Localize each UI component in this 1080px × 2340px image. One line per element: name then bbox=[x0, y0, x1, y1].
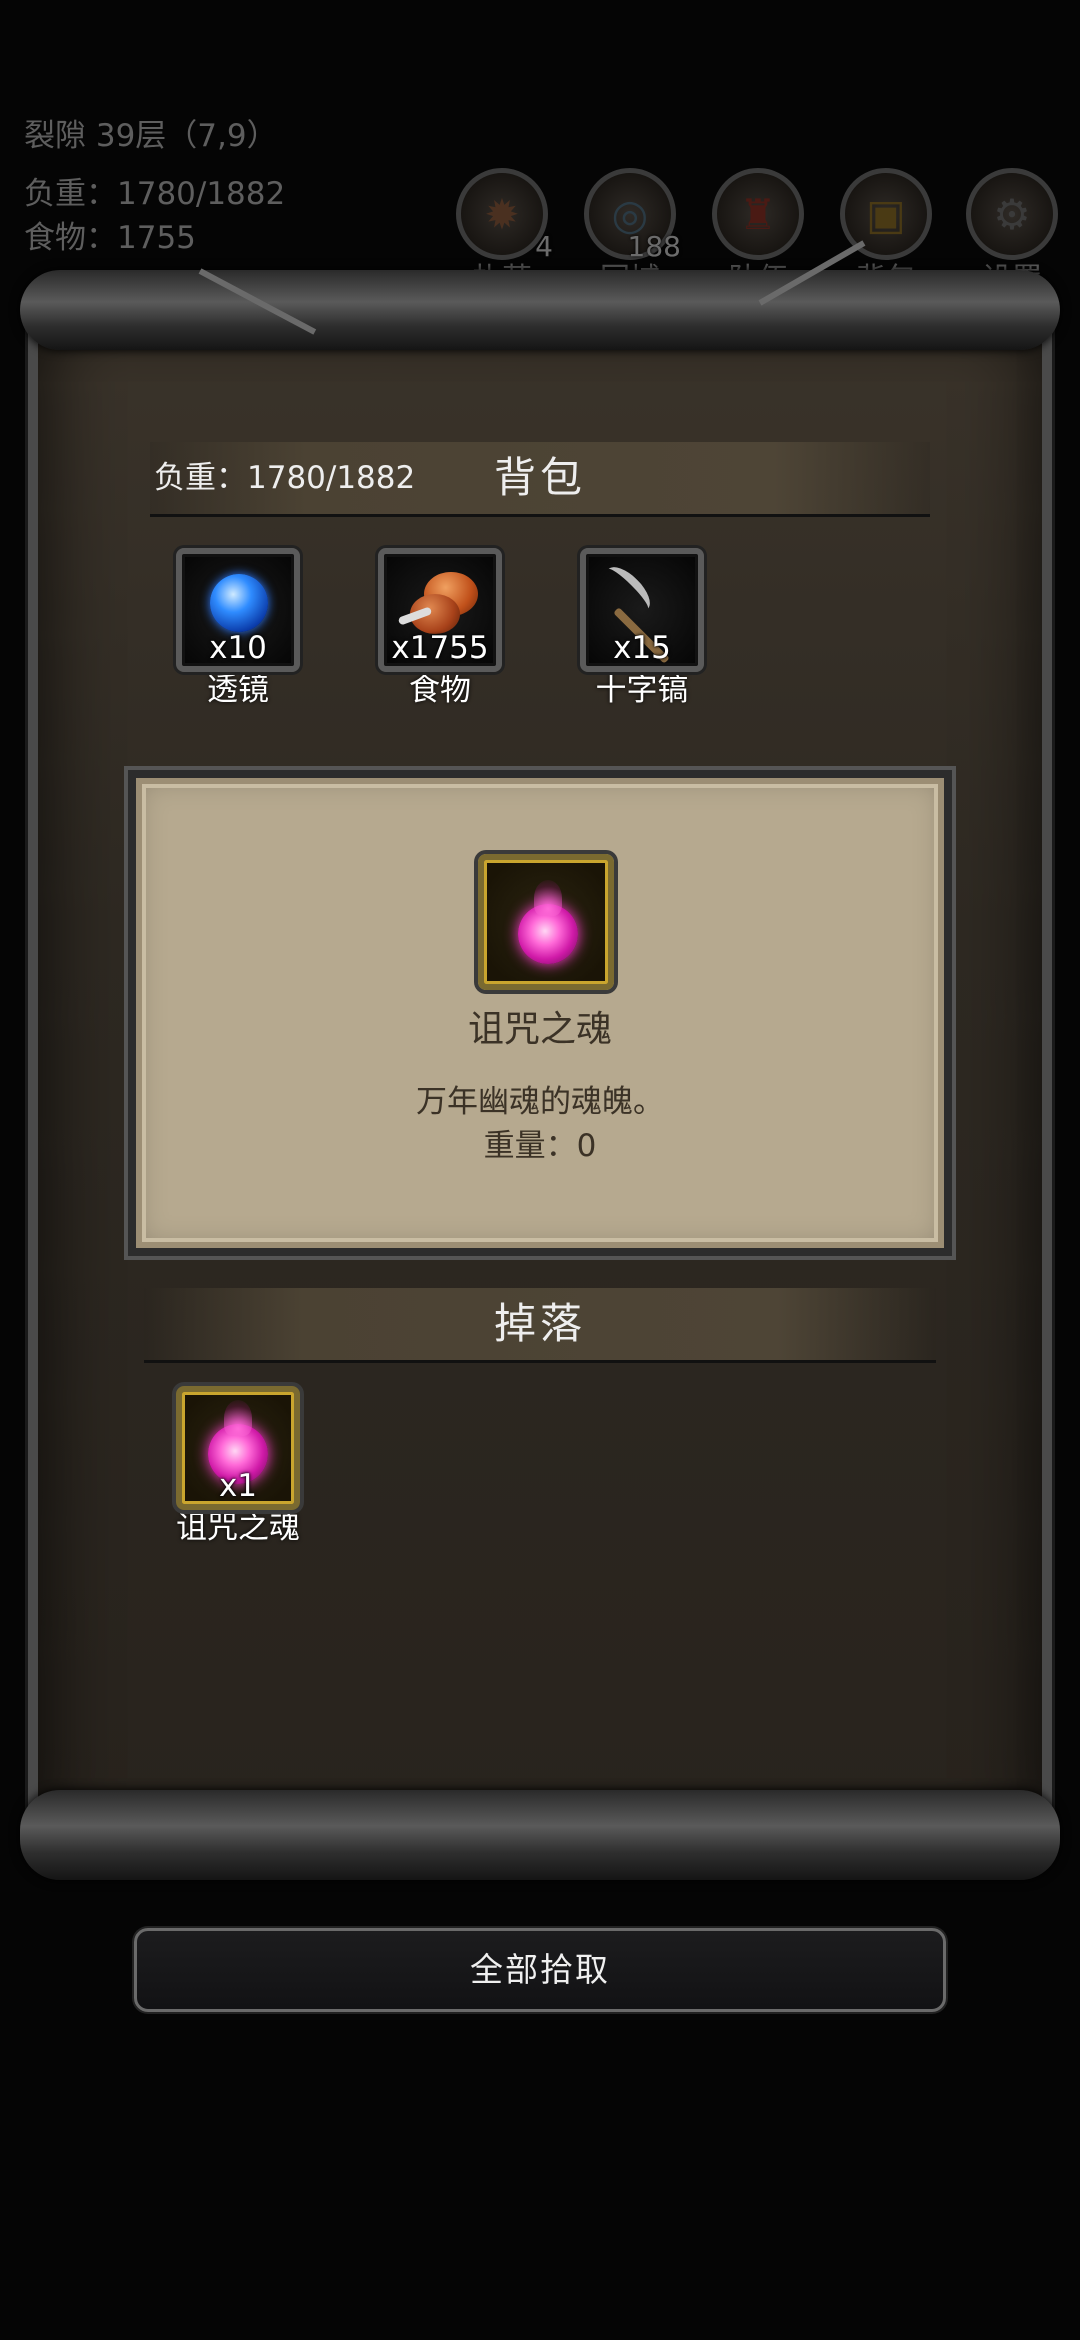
detail-item-slot bbox=[478, 854, 614, 990]
hud-load-label: 负重：1780/1882 bbox=[24, 176, 286, 212]
item-slot: x1755 bbox=[378, 548, 502, 672]
item-slot: x10 bbox=[176, 548, 300, 672]
location-label: 裂隙 39层（7,9） bbox=[24, 118, 278, 154]
drops-header: 掉落 bbox=[144, 1288, 936, 1363]
inventory-item-food[interactable]: x1755 食物 bbox=[378, 548, 502, 709]
lens-orb-icon bbox=[210, 574, 268, 632]
item-qty: x1 bbox=[218, 1468, 258, 1504]
return-town-count: 188 bbox=[627, 230, 681, 263]
team-icon: ♜ bbox=[712, 168, 804, 260]
hud-food-label: 食物：1755 bbox=[24, 220, 196, 256]
backpack-header: 负重：1780/1882 背包 bbox=[150, 442, 930, 517]
campfire-icon: ✹ 4 bbox=[456, 168, 553, 263]
item-slot: x15 bbox=[580, 548, 704, 672]
cursed-soul-icon bbox=[518, 880, 578, 964]
detail-item-description: 万年幽魂的魂魄。 bbox=[416, 1084, 664, 1120]
frame-top-ornament bbox=[20, 270, 1060, 350]
frame-bottom-ornament bbox=[20, 1790, 1060, 1880]
inventory-item-pickaxe[interactable]: x15 十字镐 bbox=[580, 548, 704, 709]
pick-all-button[interactable]: 全部拾取 bbox=[134, 1928, 946, 2012]
item-detail-card: 诅咒之魂 万年幽魂的魂魄。 重量：0 bbox=[128, 770, 952, 1256]
inventory-item-lens[interactable]: x10 透镜 bbox=[176, 548, 300, 709]
drops-title: 掉落 bbox=[493, 1299, 586, 1348]
item-slot: x1 bbox=[176, 1386, 300, 1510]
portal-icon: ◎ 188 bbox=[584, 168, 681, 263]
camp-count: 4 bbox=[535, 230, 553, 263]
backpack-title: 背包 bbox=[493, 453, 586, 502]
detail-item-weight: 重量：0 bbox=[483, 1128, 597, 1164]
item-qty: x15 bbox=[613, 630, 671, 666]
gear-icon: ⚙ bbox=[966, 168, 1058, 260]
detail-item-name: 诅咒之魂 bbox=[467, 1009, 612, 1050]
item-qty: x10 bbox=[209, 630, 267, 666]
item-qty: x1755 bbox=[391, 630, 489, 666]
drop-item-cursed-soul[interactable]: x1 诅咒之魂 bbox=[176, 1386, 300, 1547]
